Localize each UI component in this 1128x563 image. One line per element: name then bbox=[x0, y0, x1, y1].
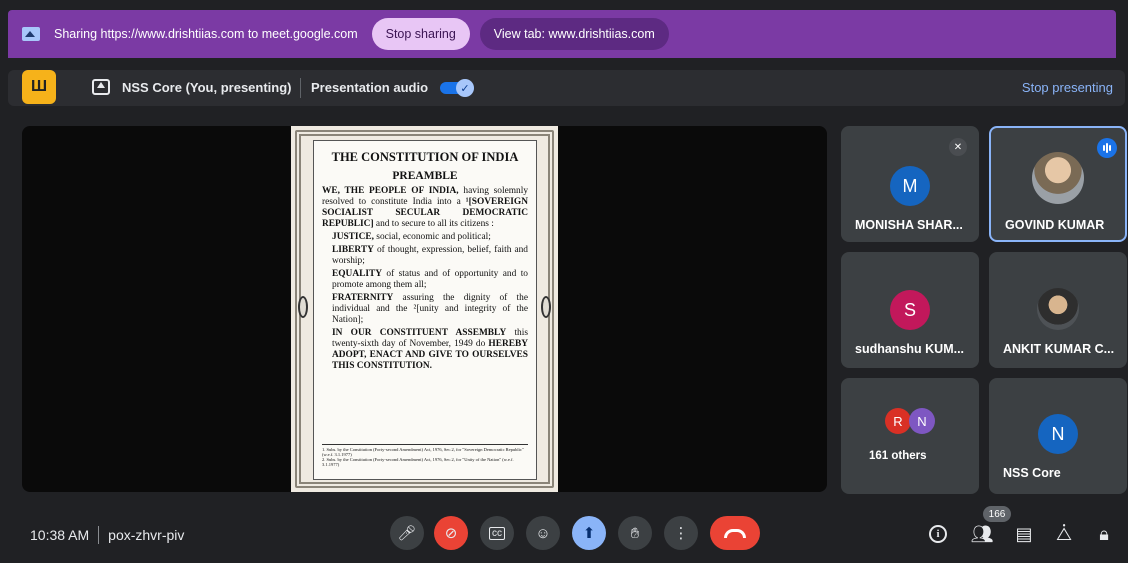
screen-share-icon bbox=[22, 27, 40, 41]
ornament-left bbox=[298, 296, 308, 318]
end-call-icon bbox=[724, 528, 746, 538]
present-icon: ⬆ bbox=[582, 525, 596, 542]
more-options-button[interactable]: ⋮ bbox=[664, 516, 698, 550]
preamble-text: WE, THE PEOPLE OF INDIA, having solemnly… bbox=[322, 186, 529, 371]
meeting-time: 10:38 AM bbox=[30, 527, 90, 543]
presenting-bar: Ш NSS Core (You, presenting) Presentatio… bbox=[8, 70, 1125, 106]
activities-icon: ⧊ bbox=[1055, 523, 1073, 544]
participant-name: 161 others bbox=[869, 450, 927, 462]
participant-tile-others[interactable]: R N 161 others bbox=[841, 378, 979, 494]
ornament-right bbox=[541, 296, 551, 318]
shared-document: THE CONSTITUTION OF INDIA PREAMBLE WE, T… bbox=[291, 126, 558, 492]
avatar bbox=[1037, 288, 1079, 330]
avatar: R bbox=[885, 408, 911, 434]
chat-button[interactable]: ▤ bbox=[1012, 522, 1036, 546]
leave-call-button[interactable] bbox=[710, 516, 760, 550]
document-title: THE CONSTITUTION OF INDIA bbox=[331, 150, 519, 164]
avatar bbox=[1032, 152, 1084, 204]
participant-name: sudhanshu KUM... bbox=[855, 342, 965, 356]
people-icon: 👥︎ bbox=[970, 523, 994, 544]
meeting-code: pox-zhvr-piv bbox=[108, 527, 185, 543]
divider bbox=[300, 78, 301, 98]
avatar: N bbox=[1038, 414, 1078, 454]
avatar: M bbox=[890, 166, 930, 206]
hand-icon: ✋︎ bbox=[630, 524, 640, 542]
participant-tile-sudhanshu[interactable]: S sudhanshu KUM... bbox=[841, 252, 979, 368]
raise-hand-button[interactable]: ✋︎ bbox=[618, 516, 652, 550]
mic-off-icon: ✕ bbox=[949, 138, 967, 156]
check-icon: ✓ bbox=[456, 79, 474, 97]
meeting-info: 10:38 AM pox-zhvr-piv bbox=[30, 526, 184, 544]
participant-tile-monisha[interactable]: ✕ M MONISHA SHAR... bbox=[841, 126, 979, 242]
sharing-text: Sharing https://www.drishtiias.com to me… bbox=[54, 27, 358, 41]
participant-tile-govind[interactable]: GOVIND KUMAR bbox=[989, 126, 1127, 242]
preamble-page: THE CONSTITUTION OF INDIA PREAMBLE WE, T… bbox=[313, 140, 537, 480]
presenter-name: NSS Core (You, presenting) bbox=[122, 80, 292, 95]
present-screen-icon bbox=[92, 79, 110, 95]
microphone-icon: 🎤︎ bbox=[397, 525, 417, 542]
emoji-icon: ☺ bbox=[535, 524, 551, 542]
sharing-banner: Sharing https://www.drishtiias.com to me… bbox=[8, 10, 1116, 58]
presentation-audio-label: Presentation audio bbox=[311, 80, 429, 95]
participant-tile-ankit[interactable]: ANKIT KUMAR C... bbox=[989, 252, 1127, 368]
participant-name: NSS Core bbox=[1003, 466, 1061, 480]
stop-presenting-button[interactable]: Stop presenting bbox=[1022, 80, 1113, 95]
participant-name: ANKIT KUMAR C... bbox=[1003, 342, 1115, 356]
activities-button[interactable]: ⧊ bbox=[1052, 522, 1076, 546]
meeting-app-badge[interactable]: Ш bbox=[22, 70, 56, 104]
camera-off-button[interactable]: ⊘ bbox=[434, 516, 468, 550]
captions-icon: cc bbox=[489, 526, 505, 540]
meeting-details-button[interactable]: i bbox=[926, 522, 950, 546]
presentation-stage: THE CONSTITUTION OF INDIA PREAMBLE WE, T… bbox=[22, 126, 827, 492]
participant-name: GOVIND KUMAR bbox=[1005, 218, 1105, 232]
camera-off-icon: ⊘ bbox=[444, 525, 458, 542]
speaking-indicator-icon bbox=[1097, 138, 1117, 158]
avatar: S bbox=[890, 290, 930, 330]
reactions-button[interactable]: ☺ bbox=[526, 516, 560, 550]
presentation-audio-toggle[interactable]: ✓ bbox=[440, 79, 476, 97]
participant-name: MONISHA SHAR... bbox=[855, 218, 963, 232]
microphone-button[interactable]: 🎤︎ bbox=[390, 516, 424, 550]
people-count-badge: 166 bbox=[983, 506, 1011, 522]
avatar: N bbox=[909, 408, 935, 434]
people-button[interactable]: 👥︎ bbox=[970, 522, 994, 546]
stop-sharing-button[interactable]: Stop sharing bbox=[371, 18, 470, 50]
chat-icon: ▤ bbox=[1015, 523, 1033, 544]
more-vertical-icon: ⋮ bbox=[673, 525, 689, 542]
view-tab-button[interactable]: View tab: www.drishtiias.com bbox=[479, 18, 669, 50]
info-icon: i bbox=[929, 525, 947, 543]
participant-tile-nss-core[interactable]: N NSS Core bbox=[989, 378, 1127, 494]
divider bbox=[98, 526, 100, 544]
present-now-button[interactable]: ⬆ bbox=[572, 516, 606, 550]
document-footnotes: 1. Subs. by the Constitution (Forty-seco… bbox=[322, 444, 528, 467]
document-subtitle: PREAMBLE bbox=[392, 170, 458, 182]
lock-icon: 🔒︎ bbox=[1099, 523, 1109, 544]
host-controls-button[interactable]: 🔒︎ bbox=[1092, 522, 1116, 546]
captions-button[interactable]: cc bbox=[480, 516, 514, 550]
